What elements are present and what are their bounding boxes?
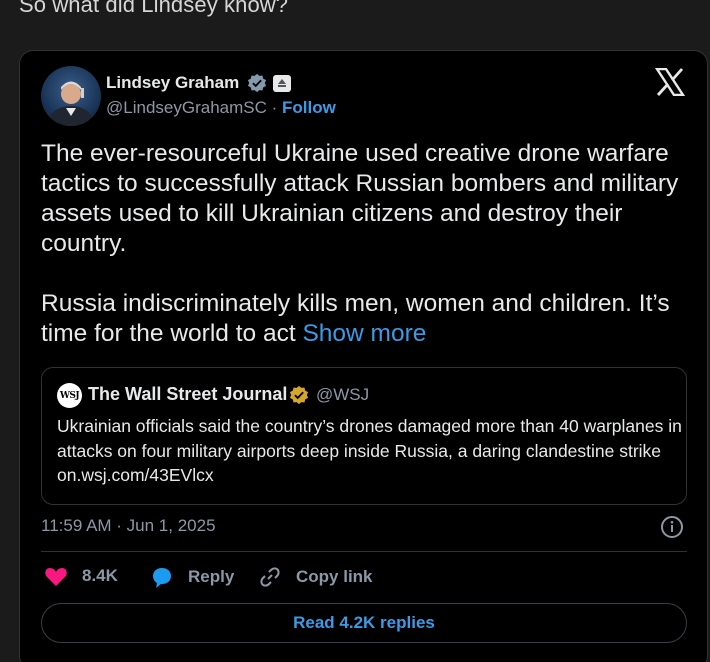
info-icon[interactable]: [660, 515, 684, 539]
x-logo-icon[interactable]: [655, 68, 685, 96]
quote-author-name[interactable]: The Wall Street Journal: [88, 384, 287, 405]
affiliate-badge-icon: [273, 75, 291, 92]
quote-text: Ukrainian officials said the country’s d…: [57, 416, 682, 485]
reply-button[interactable]: Reply: [150, 565, 234, 589]
wsj-avatar[interactable]: WSJ: [57, 383, 82, 408]
verified-badge-icon: [247, 73, 267, 93]
author-name[interactable]: Lindsey Graham: [106, 73, 239, 93]
follow-link[interactable]: Follow: [282, 98, 336, 117]
quoted-tweet[interactable]: WSJ The Wall Street Journal @WSJ Ukraini…: [41, 367, 687, 505]
like-button[interactable]: 8.4K: [44, 565, 118, 587]
reply-bubble-icon: [153, 568, 171, 588]
reply-label: Reply: [188, 567, 235, 586]
read-replies-button[interactable]: Read 4.2K replies: [41, 603, 687, 643]
tweet-text: The ever-resourceful Ukraine used creati…: [41, 140, 679, 347]
copy-link-button[interactable]: Copy link: [258, 565, 373, 589]
gold-verified-badge-icon: [289, 385, 309, 405]
embedded-tweet-card[interactable]: Lindsey Graham @LindseyGrahamSC · Follow…: [19, 50, 708, 662]
heart-icon: [45, 568, 67, 586]
like-count: 8.4K: [82, 566, 118, 585]
handle-separator: ·: [271, 98, 278, 117]
author-handle[interactable]: @LindseyGrahamSC: [106, 98, 267, 117]
tweet-body: The ever-resourceful Ukraine used creati…: [41, 139, 691, 349]
intro-text: So what did Lindsey know?: [19, 0, 289, 17]
link-icon: [260, 567, 280, 587]
tweet-timestamp[interactable]: 11:59 AM · Jun 1, 2025: [41, 516, 216, 536]
quote-author-handle[interactable]: @WSJ: [316, 385, 369, 405]
copy-link-label: Copy link: [296, 567, 373, 586]
handle-row: @LindseyGrahamSC · Follow: [106, 98, 336, 118]
show-more-link[interactable]: Show more: [302, 320, 426, 347]
avatar[interactable]: [41, 66, 101, 126]
divider: [41, 551, 687, 552]
